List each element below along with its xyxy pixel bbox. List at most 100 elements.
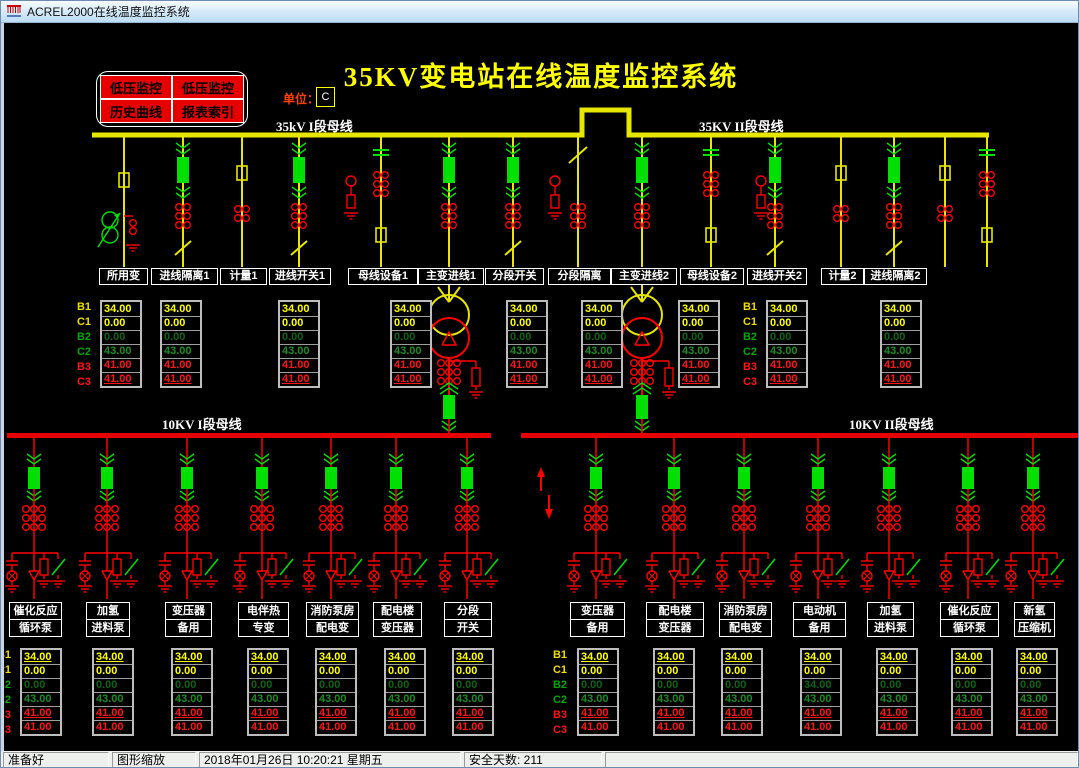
lower-bay-label[interactable]: 消防泵房 配电变 <box>719 602 772 637</box>
upper-bay-label[interactable]: 计量2 <box>821 268 864 285</box>
lower-bay-label[interactable]: 变压器 备用 <box>570 602 625 637</box>
temp-row-label: B2 <box>76 331 91 343</box>
temp-value-cell: 41.00 <box>508 358 546 372</box>
upper-bay-label[interactable]: 进线开关2 <box>747 268 807 285</box>
temp-table: 34.00 0.00 0.00 43.00 41.00 41.00 <box>1016 648 1058 736</box>
temp-value-cell: 0.00 <box>768 316 806 330</box>
bus10-1-label: 10KV I段母线 <box>162 417 242 432</box>
temp-row-labels: B1 C1 B2 C2 B3 C3 <box>548 648 570 738</box>
lower-bay-label[interactable]: 催化反应 循环泵 <box>9 602 62 637</box>
nav-button-history-curve[interactable]: 历史曲线 <box>100 99 172 123</box>
temp-value-cell: 43.00 <box>1018 692 1056 706</box>
temp-value-cell: 43.00 <box>249 692 287 706</box>
temp-value-cell: 34.00 <box>510 303 538 315</box>
temp-value-cell: 41.00 <box>249 706 287 720</box>
lower-bay-label-line2: 配电变 <box>307 619 358 636</box>
nav-button-lv-monitor-1[interactable]: 低压监控 <box>100 75 172 99</box>
temp-value-cell: 41.00 <box>392 372 430 386</box>
temp-table: 34.00 0.00 0.00 43.00 41.00 41.00 <box>315 648 357 736</box>
temp-value-cell: 41.00 <box>723 706 761 720</box>
temp-row-label: C1 <box>742 316 757 328</box>
upper-bay-label[interactable]: 主变进线1 <box>418 268 484 285</box>
lower-bay-label-line1: 加氢 <box>879 605 902 617</box>
temp-value-cell: 34.00 <box>725 651 753 663</box>
lower-bay-label[interactable]: 加氢 进料泵 <box>86 602 130 637</box>
upper-bay-label[interactable]: 分段隔离 <box>548 268 611 285</box>
temp-value-cell: 34.00 <box>804 651 832 663</box>
temp-value-cell: 0.00 <box>583 316 621 330</box>
temp-value-cell: 43.00 <box>579 692 617 706</box>
temp-table: 34.00 0.00 0.00 43.00 41.00 41.00 <box>247 648 289 736</box>
lower-bay-label-line2: 专变 <box>239 619 288 636</box>
temp-value-cell: 41.00 <box>723 720 761 734</box>
lower-bay-label-line1: 变压器 <box>172 605 205 617</box>
lower-bay-label[interactable]: 配电楼 变压器 <box>646 602 704 637</box>
lower-bay-label[interactable]: 电动机 备用 <box>793 602 846 637</box>
nav-button-lv-monitor-2[interactable]: 低压监控 <box>172 75 244 99</box>
upper-bay-label[interactable]: 进线隔离2 <box>864 268 927 285</box>
temp-value-cell: 0.00 <box>1018 664 1056 678</box>
temp-value-cell: 41.00 <box>579 706 617 720</box>
temp-value-cell: 41.00 <box>882 358 920 372</box>
temp-value-cell: 43.00 <box>162 344 200 358</box>
temp-value-cell: 41.00 <box>386 720 424 734</box>
upper-bay-label[interactable]: 主变进线2 <box>611 268 677 285</box>
upper-bay-label[interactable]: 进线隔离1 <box>151 268 218 285</box>
temp-value-cell: 0.00 <box>386 664 424 678</box>
lower-bay-label[interactable]: 电伴热 专变 <box>238 602 289 637</box>
temp-value-cell: 0.00 <box>162 330 200 344</box>
temp-value-cell: 34.00 <box>585 303 613 315</box>
window-title: ACREL2000在线温度监控系统 <box>27 5 190 19</box>
lower-bay-label[interactable]: 新氢 压缩机 <box>1014 602 1055 637</box>
temp-value-cell: 43.00 <box>386 692 424 706</box>
temp-value-cell: 41.00 <box>655 706 693 720</box>
temp-value-cell: 34.00 <box>682 303 710 315</box>
app-icon <box>7 5 21 17</box>
temp-value-cell: 34.00 <box>96 651 124 663</box>
temp-value-cell: 0.00 <box>579 678 617 692</box>
lower-bay-label-line2: 循环泵 <box>941 619 998 636</box>
temp-table: 34.00 0.00 0.00 43.00 41.00 41.00 <box>880 300 922 388</box>
temp-value-cell: 0.00 <box>317 678 355 692</box>
lower-bay-label-line2: 备用 <box>571 619 624 636</box>
temp-table: 34.00 0.00 0.00 43.00 41.00 41.00 <box>506 300 548 388</box>
upper-bay-label[interactable]: 母线设备1 <box>348 268 418 285</box>
temp-value-cell: 0.00 <box>680 316 718 330</box>
lower-bay-label-line2: 进料泵 <box>87 619 129 636</box>
lower-bay-label[interactable]: 分段 开关 <box>444 602 492 637</box>
temp-value-cell: 0.00 <box>392 330 430 344</box>
lower-bay-label[interactable]: 催化反应 循环泵 <box>940 602 999 637</box>
temp-row-label: B1 <box>4 649 11 661</box>
temp-value-cell: 0.00 <box>878 678 916 692</box>
temp-value-cell: 0.00 <box>508 330 546 344</box>
lower-bay-label-line1: 消防泵房 <box>310 605 355 617</box>
temp-value-cell: 34.00 <box>1020 651 1048 663</box>
lower-bay-label[interactable]: 消防泵房 配电变 <box>306 602 359 637</box>
upper-bay-label[interactable]: 所用变 <box>99 268 148 285</box>
lower-bay-label-line2: 进料泵 <box>868 619 913 636</box>
upper-bay-label[interactable]: 母线设备2 <box>680 268 744 285</box>
temp-value-cell: 34.00 <box>251 651 279 663</box>
lower-bay-label-line1: 新氢 <box>1023 605 1046 617</box>
temp-value-cell: 41.00 <box>173 706 211 720</box>
lower-bay-label[interactable]: 变压器 备用 <box>165 602 212 637</box>
temp-value-cell: 43.00 <box>280 344 318 358</box>
temp-table: 34.00 0.00 0.00 43.00 41.00 41.00 <box>384 648 426 736</box>
temp-value-cell: 34.00 <box>955 651 983 663</box>
upper-bay-label[interactable]: 进线开关1 <box>269 268 331 285</box>
lower-bay-label-line1: 配电楼 <box>658 605 692 617</box>
temp-table: 34.00 0.00 0.00 43.00 41.00 41.00 <box>766 300 808 388</box>
upper-bay-label[interactable]: 分段开关 <box>485 268 544 285</box>
temp-row-label: C3 <box>76 376 91 388</box>
temp-value-cell: 34.00 <box>319 651 347 663</box>
lower-bay-label[interactable]: 加氢 进料泵 <box>867 602 914 637</box>
unit-value-box[interactable]: C <box>316 87 335 107</box>
temp-value-cell: 0.00 <box>655 678 693 692</box>
lower-bay-label[interactable]: 配电楼 变压器 <box>373 602 422 637</box>
temp-value-cell: 41.00 <box>680 358 718 372</box>
upper-bay-label[interactable]: 计量1 <box>220 268 267 285</box>
temp-value-cell: 34.00 <box>770 303 798 315</box>
temp-row-label: B1 <box>552 649 567 661</box>
nav-button-report-index[interactable]: 报表索引 <box>172 99 244 123</box>
temp-value-cell: 41.00 <box>94 706 132 720</box>
